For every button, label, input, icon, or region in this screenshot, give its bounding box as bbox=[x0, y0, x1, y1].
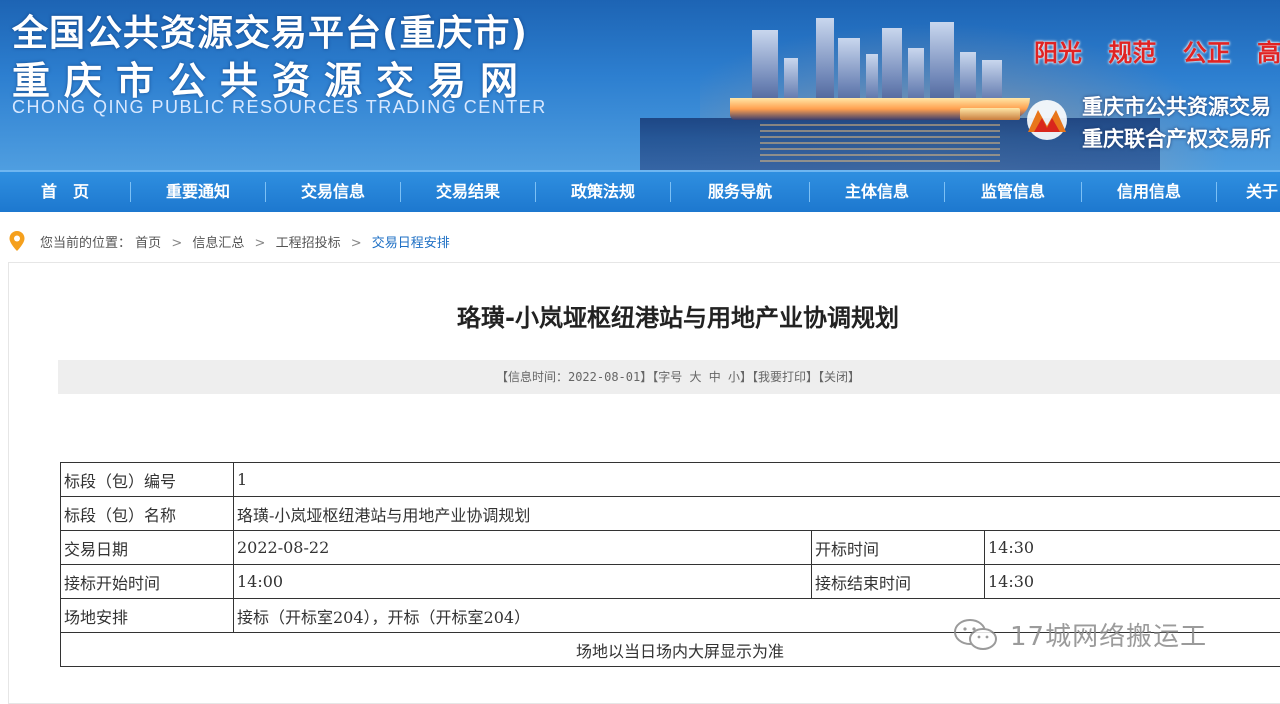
table-row: 标段（包）编号 1 bbox=[61, 463, 1280, 497]
table-label: 场地安排 bbox=[61, 599, 234, 633]
nav-item-trade-info[interactable]: 交易信息 bbox=[266, 172, 400, 212]
nav-item-home[interactable]: 首 页 bbox=[0, 172, 130, 212]
banner-ship bbox=[960, 108, 1020, 120]
table-value: 14:30 bbox=[985, 531, 1280, 565]
table-row: 接标开始时间 14:00 接标结束时间 14:30 bbox=[61, 565, 1280, 599]
slogan-word: 公正 bbox=[1183, 39, 1231, 67]
nav-item-entity-info[interactable]: 主体信息 bbox=[810, 172, 944, 212]
table-label: 开标时间 bbox=[812, 531, 985, 565]
page-title: 珞璜-小岚垭枢纽港站与用地产业协调规划 bbox=[0, 298, 1280, 333]
breadcrumb-current[interactable]: 交易日程安排 bbox=[372, 236, 450, 251]
banner-reflection bbox=[760, 124, 1000, 164]
font-medium-link[interactable]: 中 bbox=[709, 370, 721, 384]
table-value: 1 bbox=[234, 463, 1280, 497]
wechat-icon bbox=[952, 618, 1000, 652]
font-large-link[interactable]: 大 bbox=[689, 370, 701, 384]
table-label: 接标开始时间 bbox=[61, 565, 234, 599]
nav-item-trade-results[interactable]: 交易结果 bbox=[401, 172, 535, 212]
nav-item-service-guide[interactable]: 服务导航 bbox=[671, 172, 809, 212]
site-title-english: CHONG QING PUBLIC RESOURCES TRADING CENT… bbox=[12, 97, 547, 118]
breadcrumb-separator: > bbox=[351, 236, 362, 251]
slogan-word: 规范 bbox=[1108, 39, 1156, 67]
site-title: 全国公共资源交易平台(重庆市) bbox=[12, 4, 528, 56]
org-name-line: 重庆联合产权交易所 bbox=[1082, 123, 1271, 155]
breadcrumb-home[interactable]: 首页 bbox=[135, 236, 161, 251]
table-value: 14:00 bbox=[234, 565, 812, 599]
breadcrumb-prefix: 您当前的位置： bbox=[40, 236, 131, 251]
table-value: 珞璜-小岚垭枢纽港站与用地产业协调规划 bbox=[234, 497, 1280, 531]
table-value: 14:30 bbox=[985, 565, 1280, 599]
slogan-word: 阳光 bbox=[1034, 39, 1082, 67]
breadcrumb-engineering-bidding[interactable]: 工程招投标 bbox=[276, 236, 341, 251]
article-info-bar: 【信息时间：2022-08-01】【字号 大 中 小】【我要打印】【关闭】 bbox=[58, 360, 1280, 394]
table-value: 2022-08-22 bbox=[234, 531, 812, 565]
breadcrumb-separator: > bbox=[171, 236, 182, 251]
header-banner: 全国公共资源交易平台(重庆市) 重庆市公共资源交易网 CHONG QING PU… bbox=[0, 0, 1280, 170]
table-row: 交易日期 2022-08-22 开标时间 14:30 bbox=[61, 531, 1280, 565]
table-label: 标段（包）名称 bbox=[61, 497, 234, 531]
close-link[interactable]: 【关闭】 bbox=[818, 370, 860, 384]
nav-item-notices[interactable]: 重要通知 bbox=[131, 172, 265, 212]
nav-item-policies[interactable]: 政策法规 bbox=[536, 172, 670, 212]
nav-item-credit[interactable]: 信用信息 bbox=[1082, 172, 1216, 212]
font-small-link[interactable]: 小】 bbox=[728, 370, 752, 384]
font-size-label: 【字号 bbox=[652, 370, 682, 384]
nav-item-about[interactable]: 关于 bbox=[1217, 172, 1280, 212]
nav-item-supervision[interactable]: 监管信息 bbox=[945, 172, 1081, 212]
table-label: 接标结束时间 bbox=[812, 565, 985, 599]
location-pin-icon bbox=[8, 230, 26, 252]
table-row: 标段（包）名称 珞璜-小岚垭枢纽港站与用地产业协调规划 bbox=[61, 497, 1280, 531]
table-label: 标段（包）编号 bbox=[61, 463, 234, 497]
org-logo-icon bbox=[1020, 98, 1074, 142]
breadcrumb-separator: > bbox=[255, 236, 266, 251]
main-nav: 首 页 重要通知 交易信息 交易结果 政策法规 服务导航 主体信息 监管信息 信… bbox=[0, 170, 1280, 212]
org-name: 重庆市公共资源交易 重庆联合产权交易所 bbox=[1082, 91, 1271, 155]
slogan-word: 高效 bbox=[1257, 39, 1280, 67]
info-time: 【信息时间：2022-08-01】 bbox=[496, 370, 652, 384]
watermark-text: 17城网络搬运工 bbox=[1010, 616, 1207, 653]
print-link[interactable]: 【我要打印】 bbox=[752, 370, 818, 384]
breadcrumb-info-summary[interactable]: 信息汇总 bbox=[192, 236, 244, 251]
table-label: 交易日期 bbox=[61, 531, 234, 565]
org-name-line: 重庆市公共资源交易 bbox=[1082, 91, 1271, 123]
slogan: 阳光 规范 公正 高效 bbox=[1034, 33, 1280, 68]
